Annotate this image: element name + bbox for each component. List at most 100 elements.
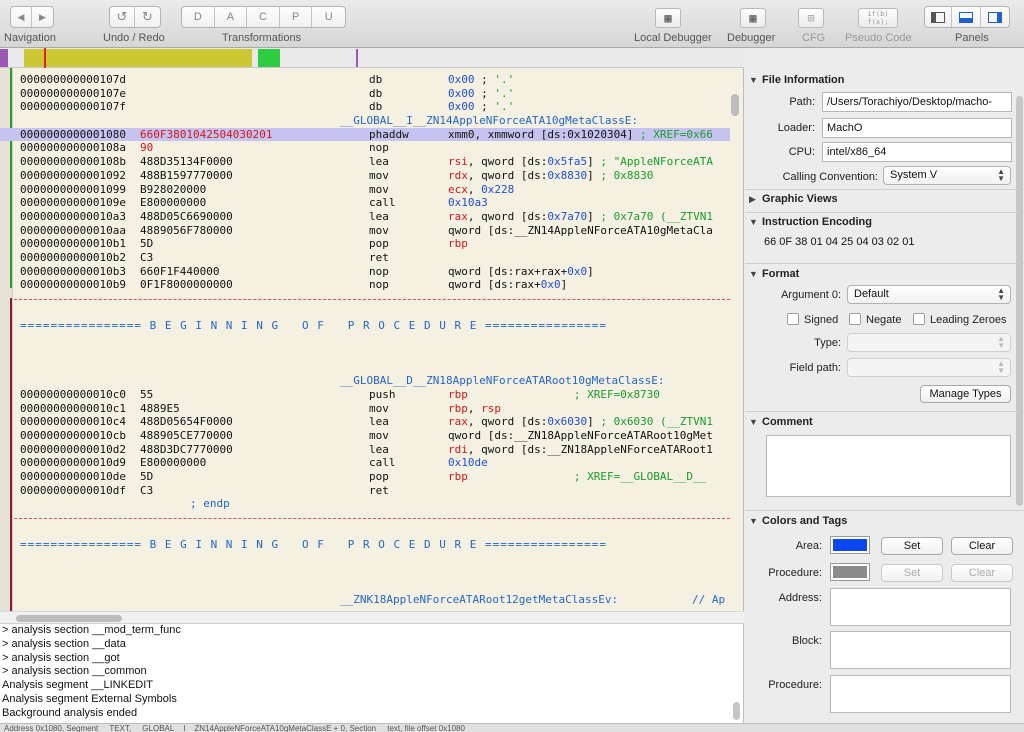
console-scrollbar[interactable] bbox=[733, 702, 740, 720]
procedure-label[interactable]: __ZNK18AppleNForceATARoot12getMetaClassE… bbox=[340, 593, 618, 607]
area-color-label: Area: bbox=[795, 540, 822, 552]
area-color-well[interactable] bbox=[830, 536, 870, 554]
area-set-button[interactable]: Set bbox=[881, 537, 943, 555]
procedure-label[interactable]: __GLOBAL__D__ZN18AppleNForceATARoot10gMe… bbox=[340, 374, 665, 388]
instruction-line[interactable]: 00000000000010d2 488D3DC7770000 lea rdi, qw… bbox=[0, 443, 730, 457]
instruction-line[interactable]: 000000000000107e db 0x00 ; '.' bbox=[0, 87, 730, 101]
procedure-label-line[interactable]: __ZNK18AppleNForceATARoot12getMetaClassE… bbox=[0, 593, 730, 607]
pseudo-code-button[interactable]: if(b) f(x); bbox=[858, 8, 898, 28]
leading-zeroes-checkbox[interactable]: Leading Zeroes bbox=[913, 313, 1006, 326]
endp-line: ; endp bbox=[0, 497, 730, 511]
transform-button-u[interactable]: U bbox=[312, 7, 345, 27]
procedure-banner: ================ B E G I N N I N G O F P… bbox=[0, 319, 730, 333]
address-tag-field[interactable] bbox=[830, 588, 1011, 626]
back-button[interactable]: ◀ bbox=[11, 7, 33, 27]
undo-button[interactable]: ↺ bbox=[110, 7, 136, 27]
instruction-line[interactable]: 0000000000001092 488B1597770000 mov rdx, qw… bbox=[0, 169, 730, 183]
transform-button-p[interactable]: P bbox=[280, 7, 313, 27]
instruction-line[interactable]: 00000000000010d9 E800000000 call 0x10de bbox=[0, 456, 730, 470]
procedure-color-well[interactable] bbox=[830, 563, 870, 581]
assembly-listing[interactable]: 000000000000107d db 0x00 ; '.' 000000000000… bbox=[0, 73, 730, 607]
operand-part: '.' bbox=[494, 73, 515, 86]
instruction-line[interactable]: 00000000000010aa 4889056F780000 mov qword [… bbox=[0, 224, 730, 238]
disassembly-horizontal-scrollbar[interactable] bbox=[0, 611, 744, 623]
instruction-line[interactable]: 00000000000010c4 488D05654F0000 lea rax, qw… bbox=[0, 415, 730, 429]
instruction-line[interactable]: 0000000000001099 B928020000 mov ecx, 0x228 bbox=[0, 183, 730, 197]
instruction-line[interactable]: 00000000000010a3 488D05C6690000 lea rax, qw… bbox=[0, 210, 730, 224]
loader-field[interactable]: MachO bbox=[822, 118, 1012, 138]
signed-checkbox[interactable]: Signed bbox=[787, 313, 838, 326]
instruction-bytes: 660F1F440000 bbox=[140, 264, 220, 278]
file-information-header[interactable]: ▼ File Information bbox=[745, 70, 1024, 90]
field-path-select[interactable]: ▲ ▼ bbox=[847, 358, 1011, 377]
left-panel-toggle[interactable] bbox=[925, 7, 953, 27]
procedure-tag-label: Procedure: bbox=[768, 679, 822, 691]
operand-part: 0x00 bbox=[448, 86, 475, 100]
log-console[interactable]: > analysis section __mod_term_func > anal… bbox=[0, 623, 744, 723]
transform-button-c[interactable]: C bbox=[247, 7, 280, 27]
format-header[interactable]: ▼ Format bbox=[745, 264, 1024, 284]
type-select[interactable]: ▲ ▼ bbox=[847, 333, 1011, 352]
instruction-line[interactable]: 000000000000107f db 0x00 ; '.' bbox=[0, 100, 730, 114]
instruction-line[interactable]: 00000000000010b1 5D pop rbp bbox=[0, 237, 730, 251]
cpu-field[interactable]: intel/x86_64 bbox=[822, 142, 1012, 162]
block-tag-field[interactable] bbox=[830, 631, 1011, 669]
area-clear-button[interactable]: Clear bbox=[951, 537, 1013, 555]
procedure-clear-button[interactable]: Clear bbox=[951, 564, 1013, 582]
instruction-line[interactable]: 00000000000010b9 0F1F8000000000 nop qword [… bbox=[0, 278, 730, 292]
inspector-panel: ▼ File Information Path: /Users/Torachiyo… bbox=[745, 68, 1024, 723]
transformations-group: DACPU bbox=[181, 6, 346, 28]
bottom-panel-toggle[interactable] bbox=[952, 7, 981, 27]
negate-checkbox[interactable]: Negate bbox=[849, 313, 901, 326]
instruction-address: 00000000000010a3 bbox=[20, 209, 126, 223]
procedure-label-line[interactable]: __GLOBAL__I__ZN14AppleNForceATA10gMetaCl… bbox=[0, 114, 730, 128]
instruction-line[interactable]: 0000000000001080 660F3801042504030201 phad… bbox=[0, 127, 730, 142]
path-field[interactable]: /Users/Torachiyo/Desktop/macho- bbox=[822, 92, 1012, 112]
disassembly-vertical-scrollbar[interactable] bbox=[731, 94, 739, 116]
redo-button[interactable]: ↻ bbox=[135, 7, 160, 27]
transform-button-a[interactable]: A bbox=[215, 7, 248, 27]
instruction-line[interactable]: 00000000000010c0 55 push rbp ; XREF=0x8730 bbox=[0, 388, 730, 402]
calling-convention-select[interactable]: System V ▲ ▼ bbox=[883, 166, 1011, 185]
instruction-encoding-header[interactable]: ▼ Instruction Encoding bbox=[745, 212, 1024, 232]
cpu-label: CPU: bbox=[788, 146, 815, 158]
instruction-line[interactable]: 00000000000010de 5D pop rbp ; XREF=__GLOBAL… bbox=[0, 470, 730, 484]
manage-types-button[interactable]: Manage Types bbox=[920, 385, 1011, 403]
instruction-line[interactable]: 00000000000010b3 660F1F440000 nop qword [ds… bbox=[0, 265, 730, 279]
procedure-label[interactable]: __GLOBAL__I__ZN14AppleNForceATA10gMetaCl… bbox=[340, 114, 638, 128]
segment-navigation-bar[interactable] bbox=[0, 48, 744, 68]
procedure-set-button[interactable]: Set bbox=[881, 564, 943, 582]
instruction-line[interactable]: 000000000000108a 90 nop bbox=[0, 141, 730, 155]
instruction-line[interactable]: 000000000000108b 488D35134F0000 lea rsi, qw… bbox=[0, 155, 730, 169]
argument-format-select[interactable]: Default ▲ ▼ bbox=[847, 285, 1011, 304]
instruction-line[interactable]: 000000000000107d db 0x00 ; '.' bbox=[0, 73, 730, 87]
instruction-mnemonic: mov bbox=[369, 223, 389, 237]
instruction-line[interactable]: 00000000000010cb 488905CE770000 mov qword [… bbox=[0, 429, 730, 443]
procedure-banner: ================ B E G I N N I N G O F P… bbox=[0, 538, 730, 552]
cfg-button[interactable]: ⊞ bbox=[798, 8, 824, 28]
disclosure-closed-icon: ▶ bbox=[749, 194, 756, 204]
graphic-views-header[interactable]: ▶ Graphic Views bbox=[745, 189, 1024, 209]
horizontal-scroll-thumb[interactable] bbox=[16, 615, 122, 622]
instruction-mnemonic: nop bbox=[369, 141, 389, 155]
procedure-tag-field[interactable] bbox=[830, 675, 1011, 713]
local-debugger-button[interactable]: ▦ bbox=[655, 8, 681, 28]
procedure-label-line[interactable]: __GLOBAL__D__ZN18AppleNForceATARoot10gMe… bbox=[0, 374, 730, 388]
disassembly-view[interactable]: 000000000000107d db 0x00 ; '.' 000000000000… bbox=[0, 68, 744, 611]
right-panel-toggle[interactable] bbox=[981, 7, 1009, 27]
instruction-line[interactable]: 00000000000010df C3 ret bbox=[0, 484, 730, 498]
instruction-line[interactable]: 000000000000109e E800000000 call 0x10a3 bbox=[0, 196, 730, 210]
instruction-line[interactable]: 00000000000010b2 C3 ret bbox=[0, 251, 730, 265]
colors-and-tags-header[interactable]: ▼ Colors and Tags bbox=[745, 511, 1024, 531]
instruction-line[interactable]: 00000000000010c1 4889E5 mov rbp, rsp bbox=[0, 402, 730, 416]
comment-header[interactable]: ▼ Comment bbox=[745, 412, 1024, 432]
comment-textarea[interactable] bbox=[766, 435, 1011, 497]
instruction-address: 000000000000107e bbox=[20, 86, 126, 100]
banner-text: ================ B E G I N N I N G O F P… bbox=[20, 319, 607, 333]
inspector-scrollbar[interactable] bbox=[1016, 96, 1023, 506]
forward-button[interactable]: ▶ bbox=[32, 7, 53, 27]
transform-button-d[interactable]: D bbox=[182, 7, 215, 27]
back-arrow-icon: ◀ bbox=[17, 11, 25, 22]
debugger-button[interactable]: ▦ bbox=[740, 8, 766, 28]
